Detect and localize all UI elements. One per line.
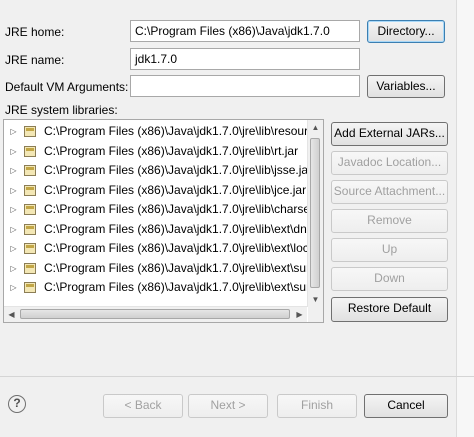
vertical-scrollbar[interactable]: ▲ ▼ — [307, 120, 323, 307]
library-item[interactable]: ▷ C:\Program Files (x86)\Java\jdk1.7.0\jr… — [4, 122, 309, 142]
javadoc-location-button[interactable]: Javadoc Location... — [331, 151, 448, 175]
add-external-jars-button[interactable]: Add External JARs... — [331, 122, 448, 146]
library-path: C:\Program Files (x86)\Java\jdk1.7.0\jre… — [44, 260, 309, 275]
library-item[interactable]: ▷ C:\Program Files (x86)\Java\jdk1.7.0\jr… — [4, 200, 309, 220]
jar-icon — [24, 184, 36, 196]
expand-arrow-icon[interactable]: ▷ — [6, 280, 21, 295]
jre-name-input[interactable]: jdk1.7.0 — [130, 48, 360, 70]
jar-icon — [24, 243, 36, 254]
library-path: C:\Program Files (x86)\Java\jdk1.7.0\jre… — [44, 280, 309, 294]
next-button[interactable]: Next > — [188, 394, 268, 418]
directory-button[interactable]: Directory... — [367, 20, 445, 43]
jar-icon — [24, 204, 36, 215]
jar-icon — [24, 262, 36, 274]
expand-arrow-icon[interactable]: ▷ — [6, 202, 21, 217]
horizontal-scroll-thumb[interactable] — [20, 309, 290, 319]
vm-arguments-label: Default VM Arguments: — [5, 80, 129, 94]
library-path: C:\Program Files (x86)\Java\jdk1.7.0\jre… — [44, 163, 309, 177]
footer-separator — [0, 376, 474, 377]
library-item[interactable]: ▷ C:\Program Files (x86)\Java\jdk1.7.0\jr… — [4, 181, 309, 201]
jre-home-label: JRE home: — [5, 25, 65, 39]
scroll-up-arrow-icon[interactable]: ▲ — [308, 120, 323, 135]
remove-button[interactable]: Remove — [331, 209, 448, 233]
library-path: C:\Program Files (x86)\Java\jdk1.7.0\jre… — [44, 124, 309, 138]
down-button[interactable]: Down — [331, 267, 448, 291]
jar-icon — [24, 126, 36, 137]
scrollbar-corner — [308, 307, 323, 322]
expand-arrow-icon[interactable]: ▷ — [6, 183, 21, 198]
back-button[interactable]: < Back — [103, 394, 183, 418]
finish-button[interactable]: Finish — [277, 394, 357, 418]
expand-arrow-icon[interactable]: ▷ — [6, 163, 21, 178]
vertical-scroll-thumb[interactable] — [310, 138, 320, 288]
library-item[interactable]: ▷ C:\Program Files (x86)\Java\jdk1.7.0\jr… — [4, 259, 309, 279]
expand-arrow-icon[interactable]: ▷ — [6, 124, 21, 139]
scroll-right-arrow-icon[interactable]: ▶ — [292, 307, 307, 322]
library-path: C:\Program Files (x86)\Java\jdk1.7.0\jre… — [44, 241, 309, 255]
vm-arguments-input[interactable] — [130, 75, 360, 97]
jre-libraries-list[interactable]: ▷ C:\Program Files (x86)\Java\jdk1.7.0\jr… — [3, 119, 324, 323]
jar-icon — [24, 165, 36, 176]
expand-arrow-icon[interactable]: ▷ — [6, 241, 21, 256]
variables-button[interactable]: Variables... — [367, 75, 445, 98]
horizontal-scrollbar[interactable]: ◀ ▶ — [4, 306, 307, 322]
library-path: C:\Program Files (x86)\Java\jdk1.7.0\jre… — [44, 182, 307, 197]
scroll-down-arrow-icon[interactable]: ▼ — [308, 292, 323, 307]
scroll-left-arrow-icon[interactable]: ◀ — [4, 307, 19, 322]
jar-icon — [24, 223, 36, 235]
jar-icon — [24, 145, 36, 157]
background-window-edge — [456, 0, 474, 437]
expand-arrow-icon[interactable]: ▷ — [6, 222, 21, 237]
jre-name-label: JRE name: — [5, 53, 65, 67]
library-rows: ▷ C:\Program Files (x86)\Java\jdk1.7.0\jr… — [4, 122, 309, 298]
restore-default-button[interactable]: Restore Default — [331, 297, 448, 322]
library-item[interactable]: ▷ C:\Program Files (x86)\Java\jdk1.7.0\jr… — [4, 220, 309, 240]
source-attachment-button[interactable]: Source Attachment... — [331, 180, 448, 204]
question-mark-icon[interactable]: ? — [8, 395, 26, 413]
library-path: C:\Program Files (x86)\Java\jdk1.7.0\jre… — [44, 221, 307, 236]
cancel-button[interactable]: Cancel — [364, 394, 448, 418]
jre-libraries-label: JRE system libraries: — [5, 103, 118, 117]
library-item[interactable]: ▷ C:\Program Files (x86)\Java\jdk1.7.0\jr… — [4, 239, 309, 259]
library-path: C:\Program Files (x86)\Java\jdk1.7.0\jre… — [44, 202, 309, 216]
jre-home-input[interactable]: C:\Program Files (x86)\Java\jdk1.7.0 — [130, 20, 360, 42]
up-button[interactable]: Up — [331, 238, 448, 262]
library-path: C:\Program Files (x86)\Java\jdk1.7.0\jre… — [44, 143, 299, 158]
library-item[interactable]: ▷ C:\Program Files (x86)\Java\jdk1.7.0\jr… — [4, 142, 309, 162]
jar-icon — [24, 282, 36, 293]
library-item[interactable]: ▷ C:\Program Files (x86)\Java\jdk1.7.0\jr… — [4, 161, 309, 181]
library-item[interactable]: ▷ C:\Program Files (x86)\Java\jdk1.7.0\jr… — [4, 278, 309, 298]
expand-arrow-icon[interactable]: ▷ — [6, 144, 21, 159]
expand-arrow-icon[interactable]: ▷ — [6, 261, 21, 276]
